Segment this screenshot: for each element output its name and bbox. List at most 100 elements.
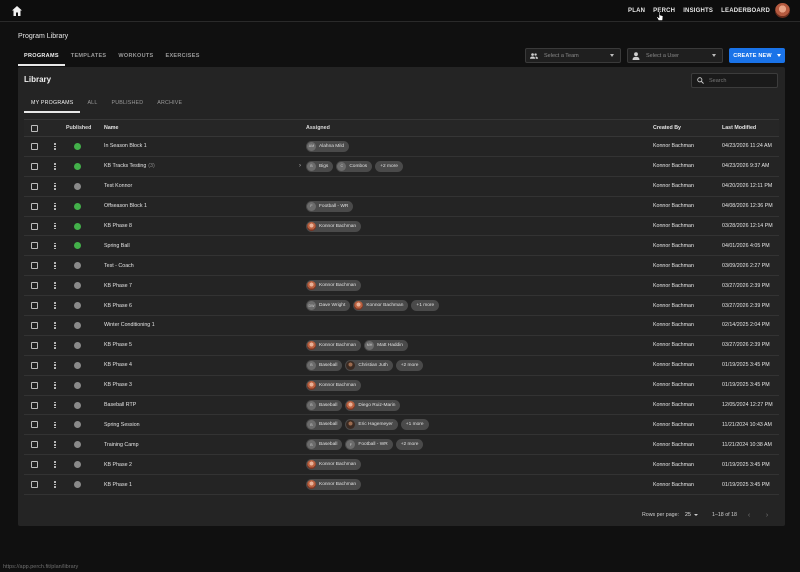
more-options-icon[interactable] [54,182,56,190]
row-checkbox[interactable] [30,421,38,429]
more-options-icon[interactable] [54,461,56,469]
more-options-icon[interactable] [54,202,56,210]
row-checkbox[interactable] [30,302,38,310]
tab-workouts[interactable]: WORKOUTS [112,50,159,66]
published-status-dot[interactable] [74,182,81,190]
select-all-checkbox[interactable] [30,124,38,132]
assignee-chip[interactable]: Konnor Bachman [306,339,362,351]
table-row[interactable]: KB Phase 1 Konnor Bachman Konnor Bachman 01… [24,475,779,496]
assignee-chip[interactable]: F Football - WR [306,200,354,212]
program-name[interactable]: In Season Block 1 [104,143,294,149]
table-row[interactable]: Offseason Block 1 F Football - WR Konnor Ba… [24,197,779,217]
published-status-dot[interactable] [74,142,81,150]
program-name[interactable]: Test Konnor [104,183,294,189]
published-status-dot[interactable] [74,421,81,429]
more-assignees-chip[interactable]: +1 more [411,300,440,312]
table-row[interactable]: Baseball RTP B Baseball Diego Ruiz-Marin Kon… [24,396,779,416]
program-name[interactable]: KB Phase 1 [104,482,294,488]
subtab-archive[interactable]: ARCHIVE [150,96,189,113]
program-name[interactable]: Training Camp [104,442,294,448]
assignee-chip[interactable]: Eric Hagemeyer [345,419,398,431]
row-checkbox[interactable] [30,461,38,469]
program-name[interactable]: KB Tracks Testing (3) [104,163,294,169]
table-row[interactable]: KB Tracks Testing (3) › B Bigs C Combos +2 more… [24,157,779,177]
create-new-button[interactable]: CREATE NEW [729,48,785,63]
program-name[interactable]: KB Phase 2 [104,462,294,468]
assignee-chip[interactable]: F Football - WR [345,439,393,451]
assignee-chip[interactable]: B Baseball [306,359,343,371]
assignee-chip[interactable]: Christian Juth [345,359,393,371]
more-options-icon[interactable] [54,322,56,329]
row-checkbox[interactable] [30,182,38,190]
col-name[interactable]: Name [104,125,294,131]
row-checkbox[interactable] [30,142,38,150]
program-name[interactable]: Offseason Block 1 [104,203,294,209]
row-checkbox[interactable] [30,321,38,329]
row-checkbox[interactable] [30,441,38,449]
assignee-chip[interactable]: B Baseball [306,419,343,431]
row-checkbox[interactable] [30,361,38,369]
tab-templates[interactable]: TEMPLATES [65,50,113,66]
more-options-icon[interactable] [54,262,56,270]
more-options-icon[interactable] [54,302,56,309]
table-row[interactable]: KB Phase 2 Konnor Bachman Konnor Bachman 01… [24,455,779,476]
more-options-icon[interactable] [54,361,56,369]
more-options-icon[interactable] [54,242,56,250]
table-row[interactable]: KB Phase 8 Konnor Bachman Konnor Bachman 03… [24,217,779,237]
assignee-chip[interactable]: Konnor Bachman [306,459,362,471]
nav-insights[interactable]: INSIGHTS [683,8,713,14]
col-last-modified[interactable]: Last Modified [722,125,779,131]
row-checkbox[interactable] [30,481,38,489]
published-status-dot[interactable] [74,401,81,409]
subtab-my-programs[interactable]: MY PROGRAMS [24,96,81,113]
program-name[interactable]: Spring Ball [104,243,294,249]
published-status-dot[interactable] [74,202,81,210]
table-row[interactable]: Spring Ball Konnor Bachman 04/01/2026 4:05… [24,236,779,257]
more-assignees-chip[interactable]: +2 more [375,160,403,172]
table-row[interactable]: Spring Session B Baseball Eric Hagemeyer +1 … [24,415,779,436]
program-name[interactable]: KB Phase 3 [104,382,294,388]
assignee-chip[interactable]: MH Matt Haddin [364,339,408,351]
table-row[interactable]: KB Phase 6 DW Dave Wright Konnor Bachman +1 … [24,296,779,317]
col-published[interactable]: Published [66,125,104,131]
more-options-icon[interactable] [54,481,56,488]
team-select[interactable]: Select a Team [525,48,621,63]
assignee-chip[interactable]: Konnor Bachman [306,220,362,232]
rows-per-page-select[interactable]: 25 [685,512,698,518]
table-row[interactable]: Test - Coach Konnor Bachman 03/09/2026 2:2… [24,256,779,277]
program-name[interactable]: KB Phase 4 [104,362,294,368]
assignee-chip[interactable]: B Bigs [306,160,334,172]
program-name[interactable]: Spring Session [104,422,294,428]
more-assignees-chip[interactable]: +2 more [395,359,424,371]
row-checkbox[interactable] [30,202,38,210]
more-options-icon[interactable] [54,441,56,449]
published-status-dot[interactable] [74,262,81,270]
row-checkbox[interactable] [30,242,38,250]
row-checkbox[interactable] [30,222,38,230]
program-name[interactable]: KB Phase 8 [104,223,294,229]
user-avatar[interactable] [775,3,790,18]
more-options-icon[interactable] [54,401,56,409]
more-options-icon[interactable] [54,143,56,150]
program-name[interactable]: KB Phase 6 [104,303,294,309]
assignee-chip[interactable]: AM Alahna Mild [306,140,350,152]
prev-page-icon[interactable]: ‹ [743,512,755,519]
assignee-chip[interactable]: Konnor Bachman [353,300,409,312]
more-options-icon[interactable] [54,341,56,349]
assignee-chip[interactable]: B Baseball [306,399,343,411]
published-status-dot[interactable] [74,441,81,449]
published-status-dot[interactable] [74,282,81,290]
published-status-dot[interactable] [74,242,81,250]
table-row[interactable]: Training Camp B Baseball F Football - WR +2 m… [24,435,779,456]
published-status-dot[interactable] [74,461,81,469]
published-status-dot[interactable] [74,222,81,230]
assignee-chip[interactable]: Diego Ruiz-Marin [345,399,401,411]
more-options-icon[interactable] [54,421,56,429]
table-row[interactable]: KB Phase 7 Konnor Bachman Konnor Bachman 03… [24,276,779,297]
table-row[interactable]: In Season Block 1 AM Alahna Mild Konnor Bac… [24,137,779,157]
nav-leaderboard[interactable]: LEADERBOARD [721,8,770,14]
col-created-by[interactable]: Created By [653,125,722,131]
table-row[interactable]: Test Konnor Konnor Bachman 04/20/2026 12:1… [24,177,779,197]
published-status-dot[interactable] [74,381,81,389]
assignee-chip[interactable]: Konnor Bachman [306,479,362,491]
